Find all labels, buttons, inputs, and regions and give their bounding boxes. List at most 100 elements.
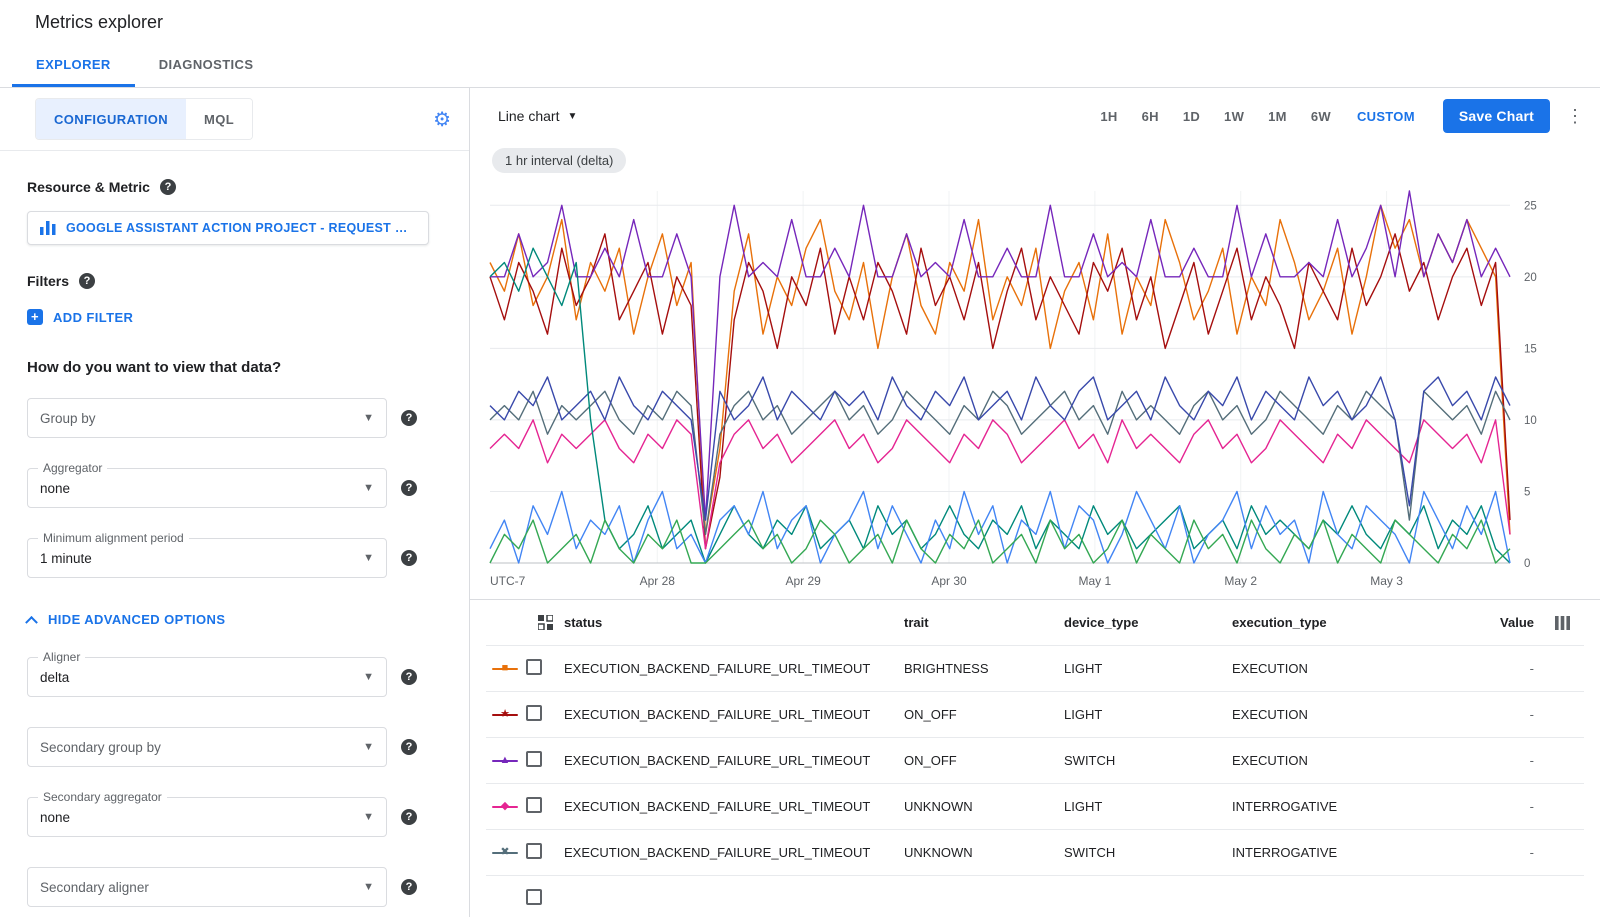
- table-header-row: status trait device_type execution_type …: [486, 600, 1584, 646]
- help-icon[interactable]: ?: [401, 879, 417, 895]
- chart-type-dropdown[interactable]: Line chart ▼: [498, 108, 577, 124]
- row-checkbox[interactable]: [526, 797, 542, 813]
- status-header[interactable]: status: [564, 615, 904, 630]
- save-chart-button[interactable]: Save Chart: [1443, 99, 1550, 133]
- resource-metric-label: Resource & Metric: [27, 179, 150, 195]
- time-range-button[interactable]: 6H: [1130, 101, 1171, 132]
- value-header[interactable]: Value: [1482, 615, 1540, 630]
- svg-text:5: 5: [1524, 486, 1530, 498]
- svg-text:May 3: May 3: [1370, 574, 1403, 588]
- field-label: Aggregator: [38, 461, 107, 475]
- field-value: none: [40, 481, 363, 496]
- row-checkbox[interactable]: [526, 705, 542, 721]
- chart-type-label: Line chart: [498, 108, 559, 124]
- trait-cell: UNKNOWN: [904, 845, 1064, 860]
- status-cell: EXECUTION_BACKEND_FAILURE_URL_TIMEOUT: [564, 707, 904, 722]
- device-type-header[interactable]: device_type: [1064, 615, 1232, 630]
- row-checkbox[interactable]: [526, 659, 542, 675]
- configuration-tab[interactable]: CONFIGURATION: [36, 99, 186, 139]
- filters-label: Filters: [27, 273, 69, 289]
- min-alignment-period-dropdown[interactable]: Minimum alignment period 1 minute ▼: [27, 538, 387, 578]
- metric-selector-button[interactable]: GOOGLE ASSISTANT ACTION PROJECT - REQUES…: [27, 211, 429, 245]
- chevron-down-icon: ▼: [363, 482, 374, 494]
- help-icon[interactable]: ?: [401, 550, 417, 566]
- help-icon[interactable]: ?: [79, 273, 95, 289]
- trait-cell: UNKNOWN: [904, 799, 1064, 814]
- value-cell: -: [1482, 845, 1540, 860]
- gear-icon[interactable]: ⚙: [433, 107, 451, 132]
- svg-text:15: 15: [1524, 343, 1537, 355]
- table-row[interactable]: [486, 876, 1584, 917]
- tab-diagnostics[interactable]: DIAGNOSTICS: [135, 44, 278, 87]
- execution-type-header[interactable]: execution_type: [1232, 615, 1482, 630]
- chevron-down-icon: ▼: [363, 881, 374, 893]
- column-display-options-icon[interactable]: [1540, 616, 1584, 630]
- secondary-group-by-dropdown[interactable]: Secondary group by ▼: [27, 727, 387, 767]
- help-icon[interactable]: ?: [401, 410, 417, 426]
- table-row[interactable]: ✖ EXECUTION_BACKEND_FAILURE_URL_TIMEOUT …: [486, 830, 1584, 876]
- chevron-down-icon: ▼: [363, 552, 374, 564]
- line-chart[interactable]: 0510152025UTC-7Apr 28Apr 29Apr 30May 1Ma…: [488, 179, 1572, 595]
- device-type-cell: SWITCH: [1064, 753, 1232, 768]
- row-checkbox[interactable]: [526, 843, 542, 859]
- secondary-aligner-dropdown[interactable]: Secondary aligner ▼: [27, 867, 387, 907]
- device-type-cell: LIGHT: [1064, 707, 1232, 722]
- field-value: 1 minute: [40, 551, 363, 566]
- aggregator-dropdown[interactable]: Aggregator none ▼: [27, 468, 387, 508]
- row-checkbox[interactable]: [526, 751, 542, 767]
- custom-range-button[interactable]: CUSTOM: [1343, 101, 1429, 132]
- page-header: Metrics explorer: [0, 0, 1600, 44]
- time-range-button[interactable]: 1D: [1171, 101, 1212, 132]
- legend-toggle-icon[interactable]: [526, 615, 564, 630]
- status-cell: EXECUTION_BACKEND_FAILURE_URL_TIMEOUT: [564, 753, 904, 768]
- bar-chart-icon: [40, 221, 56, 235]
- metric-selector-label: GOOGLE ASSISTANT ACTION PROJECT - REQUES…: [66, 221, 416, 235]
- help-icon[interactable]: ?: [401, 669, 417, 685]
- svg-text:May 2: May 2: [1224, 574, 1257, 588]
- time-range-button[interactable]: 6W: [1299, 101, 1343, 132]
- help-icon[interactable]: ?: [160, 179, 176, 195]
- help-icon[interactable]: ?: [401, 480, 417, 496]
- table-row[interactable]: ★ EXECUTION_BACKEND_FAILURE_URL_TIMEOUT …: [486, 692, 1584, 738]
- execution-type-cell: INTERROGATIVE: [1232, 799, 1482, 814]
- tab-explorer[interactable]: EXPLORER: [12, 44, 135, 87]
- mql-tab[interactable]: MQL: [186, 99, 252, 139]
- table-row[interactable]: ▲ EXECUTION_BACKEND_FAILURE_URL_TIMEOUT …: [486, 738, 1584, 784]
- help-icon[interactable]: ?: [401, 739, 417, 755]
- series-marker-icon: ◆: [492, 800, 518, 814]
- execution-type-cell: EXECUTION: [1232, 753, 1482, 768]
- table-row[interactable]: ◆ EXECUTION_BACKEND_FAILURE_URL_TIMEOUT …: [486, 784, 1584, 830]
- add-filter-button[interactable]: + ADD FILTER: [27, 309, 133, 325]
- execution-type-cell: EXECUTION: [1232, 661, 1482, 676]
- main-area: CONFIGURATION MQL ⚙ Resource & Metric ? …: [0, 88, 1600, 917]
- svg-text:Apr 29: Apr 29: [785, 574, 821, 588]
- chart-toolbar: Line chart ▼ 1H6H1D1W1M6W CUSTOM Save Ch…: [486, 88, 1584, 144]
- svg-text:Apr 30: Apr 30: [931, 574, 967, 588]
- row-checkbox[interactable]: [526, 889, 542, 905]
- time-range-button[interactable]: 1W: [1212, 101, 1256, 132]
- time-range-button[interactable]: 1M: [1256, 101, 1299, 132]
- aligner-dropdown[interactable]: Aligner delta ▼: [27, 657, 387, 697]
- value-cell: -: [1482, 707, 1540, 722]
- time-range-button[interactable]: 1H: [1088, 101, 1129, 132]
- interval-chip[interactable]: 1 hr interval (delta): [492, 148, 626, 173]
- execution-type-cell: EXECUTION: [1232, 707, 1482, 722]
- value-cell: -: [1482, 661, 1540, 676]
- field-label: Aligner: [38, 650, 85, 664]
- series-marker-icon: [492, 892, 518, 906]
- trait-header[interactable]: trait: [904, 615, 1064, 630]
- add-filter-label: ADD FILTER: [53, 310, 133, 325]
- execution-type-cell: INTERROGATIVE: [1232, 845, 1482, 860]
- hide-advanced-options-button[interactable]: HIDE ADVANCED OPTIONS: [27, 612, 469, 627]
- kebab-menu-icon[interactable]: ⋮: [1566, 106, 1584, 127]
- secondary-aggregator-dropdown[interactable]: Secondary aggregator none ▼: [27, 797, 387, 837]
- field-value: Group by: [40, 411, 363, 426]
- config-mql-toggle: CONFIGURATION MQL: [35, 98, 253, 140]
- help-icon[interactable]: ?: [401, 809, 417, 825]
- time-range-group: 1H6H1D1W1M6W: [1088, 101, 1343, 132]
- group-by-dropdown[interactable]: Group by ▼: [27, 398, 387, 438]
- field-value: delta: [40, 670, 363, 685]
- metrics-explorer-app: Metrics explorer EXPLORER DIAGNOSTICS CO…: [0, 0, 1600, 917]
- table-row[interactable]: ■ EXECUTION_BACKEND_FAILURE_URL_TIMEOUT …: [486, 646, 1584, 692]
- field-value: Secondary aligner: [40, 880, 363, 895]
